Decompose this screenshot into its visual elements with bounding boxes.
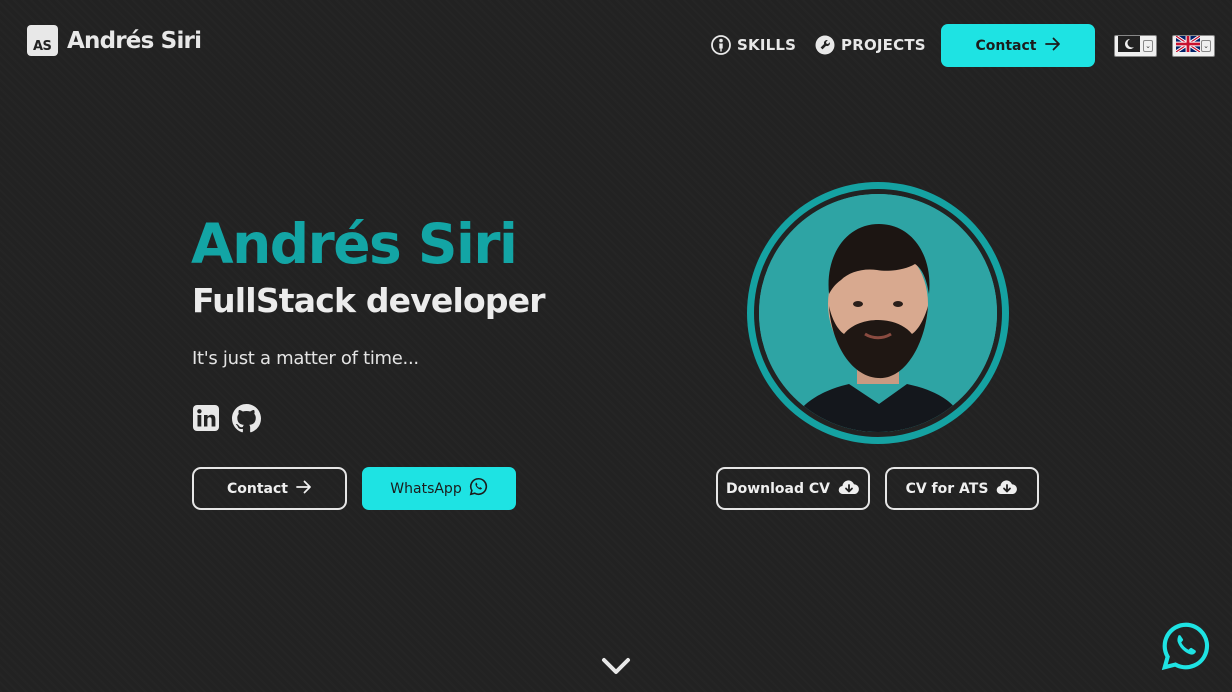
nav-projects[interactable]: PROJECTS [815,35,926,55]
header-contact-button[interactable]: Contact [941,24,1095,67]
chevron-down-icon: ⌄ [1143,40,1153,52]
hero-tagline: It's just a matter of time... [192,348,419,369]
cloud-download-icon [838,479,860,499]
moon-icon [1118,36,1140,56]
logo-text: Andrés Siri [67,27,202,54]
arrow-right-icon [296,480,312,498]
uk-flag-icon [1175,34,1201,56]
whatsapp-label: WhatsApp [390,480,462,497]
profile-photo [759,194,997,432]
arrow-right-icon [1044,37,1061,55]
nav-skills[interactable]: SKILLS [711,35,796,55]
hero-name: Andrés Siri [191,212,518,276]
hero-contact-label: Contact [227,480,288,497]
whatsapp-icon [469,477,488,500]
whatsapp-button[interactable]: WhatsApp [362,467,516,510]
chevron-down-icon: ⌄ [1201,40,1211,52]
whatsapp-floating-button[interactable] [1161,621,1211,671]
nav-skills-label: SKILLS [737,36,797,54]
github-icon[interactable] [232,404,261,433]
cloud-download-icon [996,479,1018,499]
chevron-down-icon[interactable] [601,655,631,677]
hero-contact-button[interactable]: Contact [192,467,347,510]
download-cv-label: Download CV [725,480,830,497]
theme-selector[interactable]: ⌄ [1114,35,1157,57]
cv-ats-label: CV for ATS [905,480,989,497]
cv-ats-button[interactable]: CV for ATS [885,467,1039,510]
site-header: AS Andrés Siri SKILLS PROJECTS Contact ⌄ [0,0,1232,90]
linkedin-icon[interactable] [192,404,221,433]
avatar [747,182,1009,444]
logo[interactable]: AS Andrés Siri [27,25,202,56]
logo-mark: AS [27,25,58,56]
hero-role: FullStack developer [192,281,546,320]
person-icon [711,35,731,55]
nav-projects-label: PROJECTS [841,36,926,54]
wrench-icon [815,35,835,55]
header-contact-label: Contact [975,37,1037,54]
download-cv-button[interactable]: Download CV [716,467,870,510]
language-selector[interactable]: ⌄ [1172,34,1215,57]
